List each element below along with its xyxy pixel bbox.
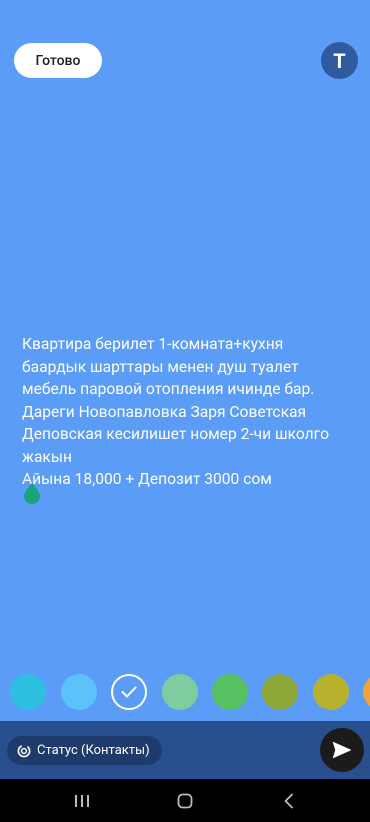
back-button[interactable] <box>259 779 319 822</box>
home-icon <box>177 793 193 808</box>
send-button[interactable] <box>320 728 364 772</box>
checkmark-icon <box>121 686 137 698</box>
back-icon <box>284 793 293 808</box>
color-swatch[interactable] <box>363 674 370 710</box>
drop-icon[interactable] <box>23 482 41 504</box>
audience-label: Статус (Контакты) <box>37 743 150 758</box>
color-swatch-selected[interactable] <box>111 674 147 710</box>
status-text[interactable]: Квартира берилет 1-комната+кухня баардык… <box>22 333 358 491</box>
color-swatch[interactable] <box>262 674 298 710</box>
recent-apps-icon <box>75 794 89 807</box>
text-style-button[interactable]: T <box>321 42 358 79</box>
color-swatch[interactable] <box>212 674 248 710</box>
color-swatch[interactable] <box>162 674 198 710</box>
send-icon <box>332 741 352 759</box>
color-swatch[interactable] <box>10 674 46 710</box>
home-button[interactable] <box>155 779 215 822</box>
done-button[interactable]: Готово <box>14 43 102 78</box>
system-nav-bar <box>0 779 370 822</box>
color-swatch[interactable] <box>61 674 97 710</box>
recent-apps-button[interactable] <box>52 779 112 822</box>
color-palette <box>0 674 370 712</box>
audience-selector[interactable]: Статус (Контакты) <box>7 736 162 765</box>
color-swatch[interactable] <box>313 674 349 710</box>
privacy-icon <box>17 744 31 757</box>
